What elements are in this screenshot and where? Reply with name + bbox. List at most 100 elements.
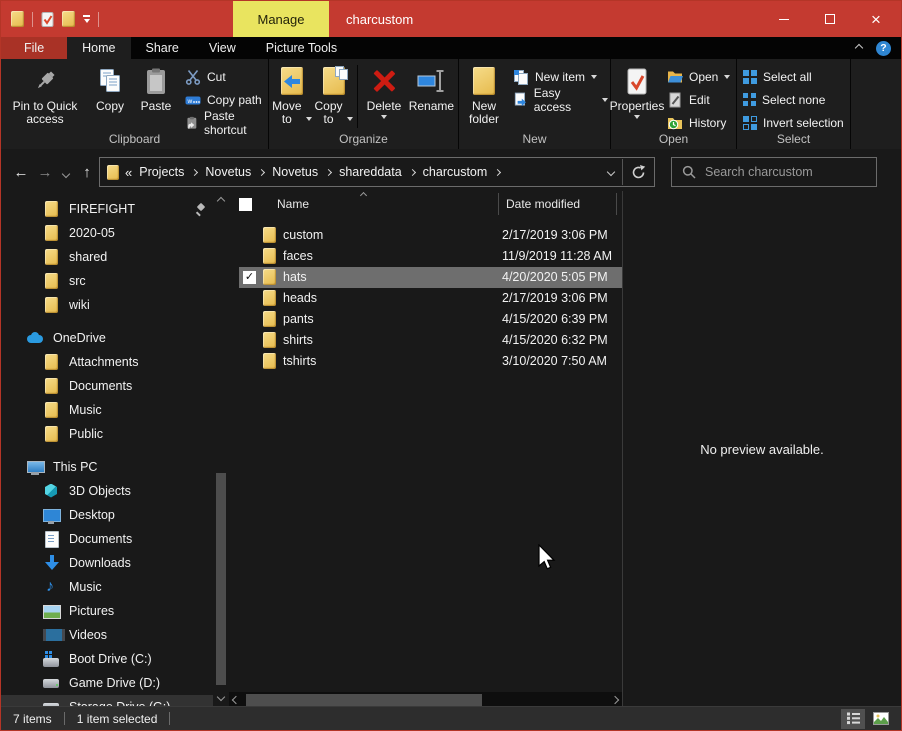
folder-icon[interactable] xyxy=(62,11,75,27)
copy-button[interactable]: Copy xyxy=(87,61,133,132)
folder-icon[interactable] xyxy=(11,11,24,27)
customize-toolbar-icon[interactable] xyxy=(83,15,90,23)
paste-shortcut-button[interactable]: Paste shortcut xyxy=(185,113,266,132)
file-checkbox[interactable] xyxy=(243,271,256,284)
toolbar-separator xyxy=(98,12,99,27)
breadcrumb-item[interactable]: charcustom xyxy=(418,165,493,179)
sidebar-item[interactable]: Music xyxy=(1,575,213,599)
copy-path-button[interactable]: w Copy path xyxy=(185,90,266,109)
tab-file[interactable]: File xyxy=(1,37,67,59)
select-none-button[interactable]: Select none xyxy=(743,90,848,109)
cut-button[interactable]: Cut xyxy=(185,67,266,86)
breadcrumb-item[interactable]: Novetus xyxy=(200,165,256,179)
file-row[interactable]: tshirts 3/10/2020 7:50 AM xyxy=(239,351,622,372)
sidebar-item[interactable]: Attachments xyxy=(1,350,213,374)
quick-access-toolbar xyxy=(11,1,99,37)
sidebar-item[interactable]: Music xyxy=(1,398,213,422)
edit-button[interactable]: Edit xyxy=(667,90,734,109)
sidebar-item[interactable]: Desktop xyxy=(1,503,213,527)
sidebar-item[interactable]: src xyxy=(1,269,213,293)
breadcrumb-collapsed[interactable]: « xyxy=(125,165,132,180)
file-row[interactable]: hats 4/20/2020 5:05 PM xyxy=(239,267,622,288)
properties-button[interactable]: Properties xyxy=(613,61,661,132)
scroll-up-icon[interactable] xyxy=(217,197,225,205)
window-controls: × xyxy=(761,1,899,37)
file-row[interactable]: faces 11/9/2019 11:28 AM xyxy=(239,246,622,267)
sidebar-item[interactable]: shared xyxy=(1,245,213,269)
sidebar-item[interactable]: 3D Objects xyxy=(1,479,213,503)
sidebar-item[interactable]: Pictures xyxy=(1,599,213,623)
scroll-left-icon[interactable] xyxy=(232,696,240,704)
scroll-down-icon[interactable] xyxy=(217,693,225,701)
scroll-right-icon[interactable] xyxy=(611,696,619,704)
column-divider[interactable] xyxy=(616,193,617,215)
column-header-name[interactable]: Name xyxy=(277,197,309,211)
file-row[interactable]: heads 2/17/2019 3:06 PM xyxy=(239,288,622,309)
up-icon[interactable]: ↑ xyxy=(75,164,99,181)
new-item-button[interactable]: New item xyxy=(513,67,608,86)
file-row[interactable]: custom 2/17/2019 3:06 PM xyxy=(239,225,622,246)
collapse-ribbon-icon[interactable] xyxy=(855,44,863,52)
close-button[interactable]: × xyxy=(853,1,899,37)
history-button[interactable]: History xyxy=(667,113,734,132)
move-to-button[interactable]: Move to xyxy=(271,61,313,132)
sidebar-item[interactable]: FIREFIGHT xyxy=(1,197,213,221)
help-icon[interactable]: ? xyxy=(876,41,891,56)
tab-view[interactable]: View xyxy=(194,37,251,59)
ribbon-group-select: Select all Select none Invert selection … xyxy=(737,59,851,149)
pin-to-quick-access-button[interactable]: Pin to Quick access xyxy=(3,61,87,132)
rename-button[interactable]: Rename xyxy=(407,61,456,132)
easy-access-button[interactable]: Easy access xyxy=(513,90,608,109)
properties-icon[interactable] xyxy=(41,12,54,27)
file-row[interactable]: pants 4/15/2020 6:39 PM xyxy=(239,309,622,330)
sidebar-item[interactable]: Public xyxy=(1,422,213,446)
file-date: 11/9/2019 11:28 AM xyxy=(502,249,612,263)
recent-locations-icon[interactable] xyxy=(57,164,75,181)
new-folder-button[interactable]: New folder xyxy=(461,61,507,132)
invert-selection-button[interactable]: Invert selection xyxy=(743,113,848,132)
tab-home[interactable]: Home xyxy=(67,37,130,59)
search-input[interactable] xyxy=(705,165,855,179)
minimize-button[interactable] xyxy=(761,1,807,37)
sidebar-item[interactable]: Documents xyxy=(1,527,213,551)
breadcrumb-item[interactable]: Novetus xyxy=(267,165,323,179)
select-all-button[interactable]: Select all xyxy=(743,67,848,86)
details-view-button[interactable] xyxy=(841,709,865,729)
forward-icon[interactable]: → xyxy=(33,164,57,181)
search-box[interactable] xyxy=(671,157,877,187)
maximize-button[interactable] xyxy=(807,1,853,37)
sidebar-item-icon xyxy=(43,297,60,314)
sidebar-item[interactable]: Game Drive (D:) xyxy=(1,671,213,695)
sidebar-item[interactable]: Documents xyxy=(1,374,213,398)
sidebar-item-icon xyxy=(43,603,60,620)
refresh-icon[interactable] xyxy=(631,165,646,180)
paste-button[interactable]: Paste xyxy=(133,61,179,132)
address-bar[interactable]: « Projects Novetus Novetus shareddata charcu… xyxy=(99,157,655,187)
sidebar-item[interactable]: OneDrive xyxy=(1,326,213,350)
tab-share[interactable]: Share xyxy=(131,37,194,59)
sidebar-scrollbar[interactable] xyxy=(213,191,229,708)
select-all-checkbox[interactable] xyxy=(239,198,252,211)
sidebar-item[interactable]: Videos xyxy=(1,623,213,647)
breadcrumb-item[interactable]: shareddata xyxy=(334,165,407,179)
tab-picture-tools[interactable]: Picture Tools xyxy=(251,37,352,59)
back-icon[interactable]: ← xyxy=(9,164,33,181)
sidebar-item[interactable]: 2020-05 xyxy=(1,221,213,245)
delete-button[interactable]: Delete xyxy=(361,61,406,132)
ribbon: Pin to Quick access Copy Paste xyxy=(1,59,901,149)
manage-tool-tab[interactable]: Manage xyxy=(233,1,329,37)
scrollbar-thumb[interactable] xyxy=(216,473,226,685)
address-dropdown-icon[interactable] xyxy=(607,168,615,176)
sidebar-item[interactable]: This PC xyxy=(1,455,213,479)
file-row[interactable]: shirts 4/15/2020 6:32 PM xyxy=(239,330,622,351)
open-button[interactable]: Open xyxy=(667,67,734,86)
scrollbar-thumb[interactable] xyxy=(246,694,482,706)
sidebar-item[interactable]: wiki xyxy=(1,293,213,317)
sidebar-item-label: 3D Objects xyxy=(69,484,131,498)
sidebar-item[interactable]: Downloads xyxy=(1,551,213,575)
column-header-date-modified[interactable]: Date modified xyxy=(498,193,580,215)
thumbnail-view-button[interactable] xyxy=(869,709,893,729)
copy-to-button[interactable]: Copy to xyxy=(313,61,355,132)
sidebar-item[interactable]: Boot Drive (C:) xyxy=(1,647,213,671)
breadcrumb-item[interactable]: Projects xyxy=(134,165,189,179)
